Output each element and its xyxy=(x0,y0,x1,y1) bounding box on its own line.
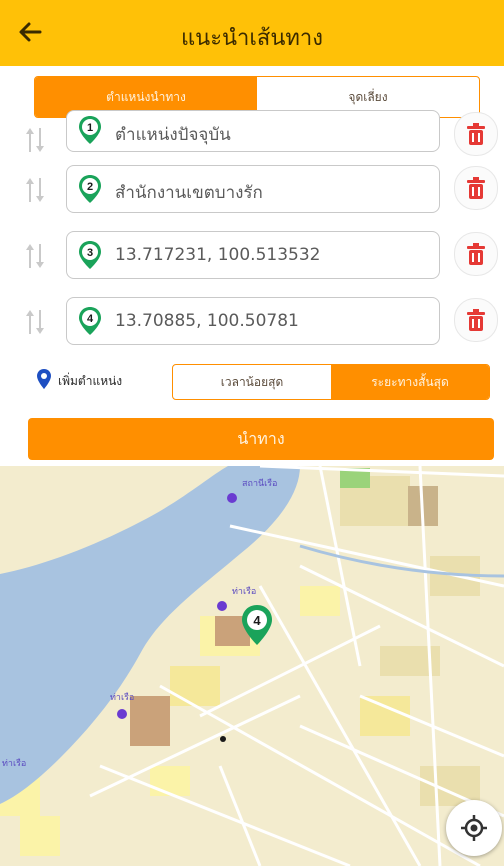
delete-button[interactable] xyxy=(454,112,498,156)
map-view[interactable]: สถานีเรือ ท่าเรือ ท่าเรือ ท่าเรือ xyxy=(0,466,504,866)
delete-button[interactable] xyxy=(454,298,498,342)
add-location-link[interactable]: เพิ่มตำแหน่ง xyxy=(58,372,122,391)
waypoint-row: 2 สำนักงานเขตบางรัก xyxy=(0,160,504,220)
waypoint-field[interactable]: 4 13.70885, 100.50781 xyxy=(66,297,440,345)
option-least-time[interactable]: เวลาน้อยสุด xyxy=(173,365,331,399)
waypoint-field[interactable]: 3 13.717231, 100.513532 xyxy=(66,231,440,279)
pin-icon: 3 xyxy=(79,241,101,269)
crosshair-icon xyxy=(461,815,487,841)
map-label: สถานีเรือ xyxy=(242,479,278,489)
waypoint-row: 3 13.717231, 100.513532 xyxy=(0,226,504,286)
waypoint-row: 4 13.70885, 100.50781 xyxy=(0,292,504,352)
waypoint-field[interactable]: 1 ตำแหน่งปัจจุบัน xyxy=(66,110,440,152)
map-canvas xyxy=(0,466,504,866)
waypoint-text: 13.717231, 100.513532 xyxy=(115,245,321,265)
reorder-icon[interactable] xyxy=(24,126,46,154)
trash-icon xyxy=(467,243,485,265)
reorder-icon[interactable] xyxy=(24,242,46,270)
svg-text:2: 2 xyxy=(87,181,93,193)
waypoint-text: สำนักงานเขตบางรัก xyxy=(115,183,263,203)
pin-icon: 1 xyxy=(79,116,101,144)
delete-button[interactable] xyxy=(454,166,498,210)
svg-text:1: 1 xyxy=(87,122,93,134)
map-destination-pin-icon[interactable]: 4 xyxy=(240,604,274,646)
option-shortest-distance[interactable]: ระยะทางสั้นสุด xyxy=(331,365,489,399)
pin-icon: 2 xyxy=(79,175,101,203)
reorder-icon[interactable] xyxy=(24,308,46,336)
route-preference-toggle: เวลาน้อยสุด ระยะทางสั้นสุด xyxy=(172,364,490,400)
my-location-button[interactable] xyxy=(446,800,502,856)
waypoint-text: 13.70885, 100.50781 xyxy=(115,311,299,331)
route-options-row: เพิ่มตำแหน่ง เวลาน้อยสุด ระยะทางสั้นสุด xyxy=(0,360,504,400)
map-label: ท่าเรือ xyxy=(232,587,257,597)
svg-text:3: 3 xyxy=(87,247,93,259)
waypoint-text: ตำแหน่งปัจจุบัน xyxy=(115,125,231,145)
map-label: ท่าเรือ xyxy=(2,759,27,769)
pin-icon: 4 xyxy=(79,307,101,335)
delete-button[interactable] xyxy=(454,232,498,276)
svg-text:4: 4 xyxy=(87,313,94,325)
waypoint-field[interactable]: 2 สำนักงานเขตบางรัก xyxy=(66,165,440,213)
map-label: ท่าเรือ xyxy=(110,693,135,703)
reorder-icon[interactable] xyxy=(24,176,46,204)
trash-icon xyxy=(467,177,485,199)
navigate-button[interactable]: นำทาง xyxy=(28,418,494,460)
location-pin-icon xyxy=(37,369,51,389)
svg-text:4: 4 xyxy=(253,613,261,628)
page-title: แนะนำเส้นทาง xyxy=(180,26,323,51)
trash-icon xyxy=(467,123,485,145)
trash-icon xyxy=(467,309,485,331)
app-header: แนะนำเส้นทาง xyxy=(0,0,504,66)
